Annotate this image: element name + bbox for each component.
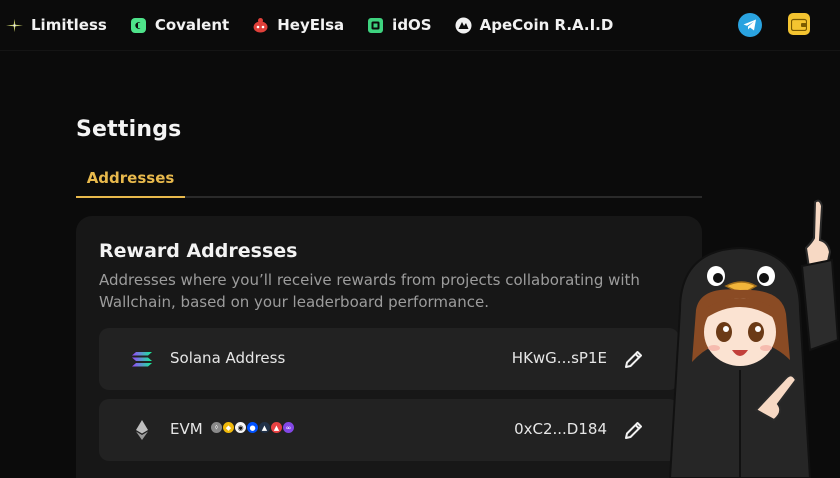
nav-item-heyelsa[interactable]: HeyElsa — [252, 16, 344, 34]
pencil-icon — [625, 351, 642, 368]
apecoin-icon — [455, 17, 472, 34]
wallet-icon — [791, 18, 807, 31]
reward-addresses-card: Reward Addresses Addresses where you’ll … — [76, 216, 702, 478]
idos-icon — [367, 17, 384, 34]
nav-label: idOS — [392, 16, 432, 34]
address-label: Solana Address — [170, 349, 286, 367]
address-value: HKwG...sP1E — [511, 349, 607, 367]
card-description: Addresses where you’ll receive rewards f… — [99, 271, 640, 311]
telegram-icon — [743, 19, 756, 31]
page-title: Settings — [76, 117, 182, 142]
nav-label: Covalent — [154, 16, 230, 34]
evm-address-row[interactable]: EVM ⬨ ◆ ◉ ● ▲ ▲ ∞ 0xC2...D184 — [99, 399, 679, 461]
address-value: 0xC2...D184 — [514, 420, 607, 438]
header-divider — [0, 50, 840, 51]
covalent-icon — [130, 17, 147, 34]
penguin-hood-mascot — [668, 199, 840, 478]
card-title: Reward Addresses — [99, 240, 298, 262]
address-label: EVM — [170, 420, 203, 438]
wallet-button[interactable] — [788, 13, 810, 35]
solana-address-row[interactable]: Solana Address HKwG...sP1E — [99, 328, 679, 390]
nav-label: HeyElsa — [277, 16, 345, 34]
pencil-icon — [625, 422, 642, 439]
nav-item-covalent[interactable]: Covalent — [130, 16, 229, 34]
solana-icon — [131, 348, 153, 370]
nav-label: Limitless — [31, 16, 107, 34]
sparkle-icon — [6, 17, 23, 34]
edit-evm-button[interactable] — [622, 418, 646, 442]
elsa-icon — [252, 17, 269, 34]
ethereum-icon — [131, 419, 153, 441]
top-nav: Limitless Covalent HeyElsa idOS ApeCoin … — [0, 0, 840, 50]
edit-solana-button[interactable] — [622, 347, 646, 371]
tab-addresses[interactable]: Addresses — [76, 160, 185, 198]
polygon-chain-icon: ∞ — [282, 421, 295, 434]
telegram-button[interactable] — [738, 13, 762, 37]
nav-label: ApeCoin R.A.I.D — [479, 16, 614, 34]
nav-item-apecoin[interactable]: ApeCoin R.A.I.D — [455, 16, 614, 34]
nav-item-limitless[interactable]: Limitless — [6, 16, 107, 34]
nav-item-idos[interactable]: idOS — [367, 16, 432, 34]
evm-chain-icons: ⬨ ◆ ◉ ● ▲ ▲ ∞ — [210, 421, 295, 434]
tab-bar: Addresses — [76, 160, 702, 198]
